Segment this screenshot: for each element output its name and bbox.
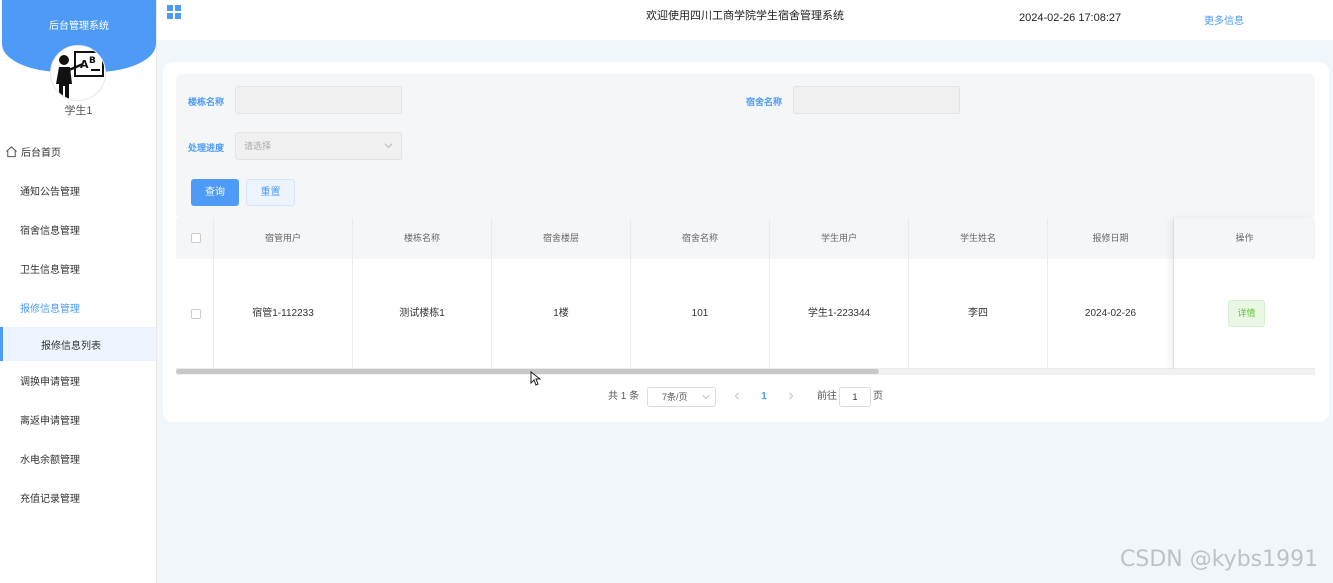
column-header[interactable]: 学生姓名: [909, 218, 1048, 259]
sidebar-item-label: 宿舍信息管理: [20, 226, 80, 237]
chevron-down-icon: [384, 143, 393, 149]
select-all-checkbox[interactable]: [191, 233, 201, 243]
sidebar-subitem-label: 报修信息列表: [41, 340, 101, 352]
sidebar-item-hygiene[interactable]: 卫生信息管理: [0, 249, 156, 288]
sidebar-item-label: 调换申请管理: [20, 377, 80, 388]
svg-text:B: B: [89, 56, 96, 66]
cell-date: 2024-02-26: [1048, 259, 1174, 369]
building-name-label: 楼栋名称: [188, 97, 225, 107]
sidebar-item-swap[interactable]: 调换申请管理: [0, 361, 156, 400]
reset-button[interactable]: 重置: [246, 179, 295, 206]
pagination-total: 共 1 条: [608, 391, 640, 402]
more-info-link[interactable]: 更多信息: [1204, 12, 1244, 27]
cell-floor: 1楼: [492, 259, 631, 369]
select-all-cell: [176, 218, 214, 259]
next-page-button[interactable]: [784, 387, 798, 407]
cell-building: 测试楼栋1: [353, 259, 492, 369]
table-header: 宿管用户 楼栋名称 宿舍楼层 宿舍名称 学生用户 学生姓名 报修日期 操作: [176, 218, 1315, 259]
sidebar-item-repair[interactable]: 报修信息管理: [0, 288, 156, 327]
watermark: CSDN @kybs1991: [1120, 547, 1319, 572]
sidebar-item-label: 离返申请管理: [20, 416, 80, 427]
repair-table: 宿管用户 楼栋名称 宿舍楼层 宿舍名称 学生用户 学生姓名 报修日期 操作 宿管…: [176, 218, 1315, 370]
sidebar-subitem-repair-list[interactable]: 报修信息列表: [0, 327, 156, 361]
chevron-left-icon: [734, 392, 739, 400]
avatar[interactable]: A B: [50, 45, 106, 101]
goto-page-input[interactable]: 1: [839, 387, 871, 407]
page-size-value: 7条/页: [662, 392, 688, 402]
home-icon: [6, 146, 17, 158]
building-name-input[interactable]: [235, 86, 402, 114]
status-select[interactable]: 请选择: [235, 132, 402, 160]
chevron-right-icon: [789, 392, 794, 400]
row-checkbox[interactable]: [191, 309, 201, 319]
teacher-avatar-icon: A B: [56, 51, 104, 100]
cell-dorm-admin: 宿管1-112233: [214, 259, 353, 369]
row-select-cell: [176, 259, 214, 369]
sidebar-menu: 后台首页 通知公告管理 宿舍信息管理 卫生信息管理 报修信息管理 报修信息列表 …: [0, 132, 156, 517]
cell-student-name: 李四: [909, 259, 1048, 369]
sidebar-item-label: 报修信息管理: [20, 304, 80, 315]
sidebar-item-dorm-info[interactable]: 宿舍信息管理: [0, 210, 156, 249]
page-number-current[interactable]: 1: [757, 387, 771, 407]
cell-student-user: 学生1-223344: [770, 259, 909, 369]
mouse-cursor-icon: [530, 371, 542, 386]
sidebar-item-utility-balance[interactable]: 水电余额管理: [0, 439, 156, 478]
prev-page-button[interactable]: [730, 387, 744, 407]
current-datetime: 2024-02-26 17:08:27: [1019, 12, 1122, 24]
top-header: 欢迎使用四川工商学院学生宿舍管理系统 2024-02-26 17:08:27 更…: [157, 0, 1333, 40]
sidebar-item-label: 水电余额管理: [20, 455, 80, 466]
brand-title: 后台管理系统: [49, 21, 109, 32]
sidebar-item-leave-return[interactable]: 离返申请管理: [0, 400, 156, 439]
dorm-name-input[interactable]: [793, 86, 960, 114]
sidebar-item-label: 卫生信息管理: [20, 265, 80, 276]
goto-suffix: 页: [873, 391, 883, 402]
column-header[interactable]: 宿舍名称: [631, 218, 770, 259]
sidebar-item-home[interactable]: 后台首页: [0, 132, 156, 171]
table-row[interactable]: 宿管1-112233 测试楼栋1 1楼 101 学生1-223344 李四 20…: [176, 259, 1315, 369]
sidebar-item-label: 通知公告管理: [20, 187, 80, 198]
detail-button[interactable]: 详情: [1228, 300, 1265, 327]
query-button[interactable]: 查询: [191, 179, 239, 206]
dorm-name-label: 宿舍名称: [746, 97, 783, 107]
column-header[interactable]: 学生用户: [770, 218, 909, 259]
status-select-placeholder: 请选择: [244, 141, 272, 151]
welcome-title: 欢迎使用四川工商学院学生宿舍管理系统: [646, 10, 844, 22]
sidebar-item-notice[interactable]: 通知公告管理: [0, 171, 156, 210]
sidebar: 后台管理系统 A B 学生1 后台首页 通知公告管理 宿舍信息管理 卫生信息管理…: [0, 0, 157, 583]
goto-prefix: 前往: [817, 391, 837, 402]
column-header[interactable]: 报修日期: [1048, 218, 1174, 259]
chevron-down-icon: [702, 395, 710, 400]
horizontal-scrollbar-thumb[interactable]: [176, 369, 879, 374]
page-size-select[interactable]: 7条/页: [647, 387, 716, 407]
sidebar-item-label: 后台首页: [21, 148, 61, 159]
sidebar-item-label: 充值记录管理: [20, 494, 80, 505]
column-header[interactable]: 宿舍楼层: [492, 218, 631, 259]
sidebar-item-recharge[interactable]: 充值记录管理: [0, 478, 156, 517]
cell-dorm: 101: [631, 259, 770, 369]
column-header[interactable]: 楼栋名称: [353, 218, 492, 259]
status-label: 处理进度: [188, 143, 225, 153]
column-header[interactable]: 宿管用户: [214, 218, 353, 259]
user-name: 学生1: [64, 105, 93, 117]
fixed-action-column: [1174, 218, 1315, 370]
